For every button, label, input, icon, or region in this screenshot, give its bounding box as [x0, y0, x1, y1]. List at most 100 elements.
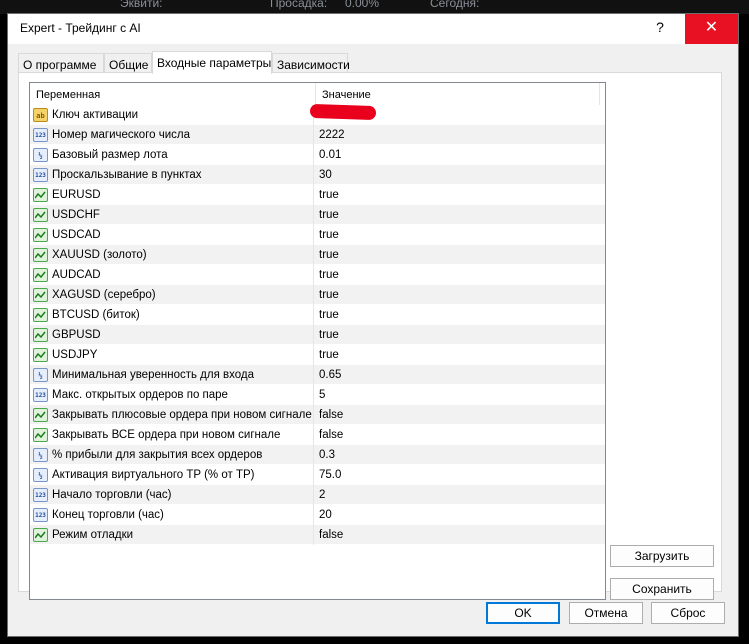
- parameter-value[interactable]: true: [316, 325, 603, 345]
- parameter-value[interactable]: 0.3: [316, 445, 603, 465]
- parameter-name: XAGUSD (серебро): [30, 285, 314, 305]
- parameter-value[interactable]: true: [316, 265, 603, 285]
- parameter-name: ab Ключ активации: [30, 105, 314, 125]
- parameter-value[interactable]: true: [316, 345, 603, 365]
- parameter-row[interactable]: GBPUSD true: [30, 325, 605, 345]
- tab-common[interactable]: Общие: [104, 53, 152, 73]
- parameter-name: Режим отладки: [30, 525, 314, 545]
- parameter-value[interactable]: true: [316, 245, 603, 265]
- parameter-name-text: Базовый размер лота: [52, 149, 168, 161]
- parameter-name-text: Номер магического числа: [52, 129, 191, 141]
- parameter-value[interactable]: 2: [316, 485, 603, 505]
- parameters-grid[interactable]: Переменная Значение ab Ключ активации 123 Н…: [29, 82, 606, 600]
- parameter-name-text: USDCHF: [52, 209, 100, 221]
- column-header-variable[interactable]: Переменная: [30, 83, 316, 105]
- parameter-row[interactable]: 123 Конец торговли (час) 20: [30, 505, 605, 525]
- parameter-name: ½ Минимальная уверенность для входа: [30, 365, 314, 385]
- parameter-value[interactable]: 20: [316, 505, 603, 525]
- integer-type-icon: 123: [33, 388, 48, 402]
- parameter-value[interactable]: false: [316, 405, 603, 425]
- parameter-name-text: Макс. открытых ордеров по паре: [52, 389, 228, 401]
- parameter-row[interactable]: XAUUSD (золото) true: [30, 245, 605, 265]
- inputs-panel: Переменная Значение ab Ключ активации 123 Н…: [18, 72, 722, 600]
- parameter-name-text: AUDCAD: [52, 269, 101, 281]
- integer-type-icon: 123: [33, 508, 48, 522]
- parameter-row[interactable]: USDJPY true: [30, 345, 605, 365]
- parameter-value[interactable]: true: [316, 285, 603, 305]
- parameter-row[interactable]: 123 Проскальзывание в пунктах 30: [30, 165, 605, 185]
- boolean-type-icon: [33, 308, 48, 322]
- load-button[interactable]: Загрузить: [610, 545, 714, 567]
- parameter-name: 123 Номер магического числа: [30, 125, 314, 145]
- parameter-row[interactable]: ½ Базовый размер лота 0.01: [30, 145, 605, 165]
- drawdown-label: Просадка:: [270, 0, 328, 10]
- parameter-row[interactable]: 123 Макс. открытых ордеров по паре 5: [30, 385, 605, 405]
- parameter-row[interactable]: XAGUSD (серебро) true: [30, 285, 605, 305]
- reset-button[interactable]: Сброс: [651, 602, 725, 624]
- parameter-row[interactable]: USDCHF true: [30, 205, 605, 225]
- parameter-name: ½ % прибыли для закрытия всех ордеров: [30, 445, 314, 465]
- parameter-value[interactable]: 75.0: [316, 465, 603, 485]
- parameter-row[interactable]: ½ % прибыли для закрытия всех ордеров 0.3: [30, 445, 605, 465]
- double-type-icon: ½: [33, 148, 48, 162]
- parameter-name-text: USDCAD: [52, 229, 101, 241]
- boolean-type-icon: [33, 408, 48, 422]
- parameter-value[interactable]: true: [316, 225, 603, 245]
- parameter-row[interactable]: Закрывать ВСЕ ордера при новом сигнале fa…: [30, 425, 605, 445]
- ok-button[interactable]: OK: [486, 602, 560, 624]
- parameter-row[interactable]: AUDCAD true: [30, 265, 605, 285]
- parameter-value[interactable]: true: [316, 185, 603, 205]
- parameter-name-text: Закрывать ВСЕ ордера при новом сигнале: [52, 429, 281, 441]
- parameter-name-text: Проскальзывание в пунктах: [52, 169, 202, 181]
- parameter-name-text: XAGUSD (серебро): [52, 289, 156, 301]
- parameter-row[interactable]: 123 Номер магического числа 2222: [30, 125, 605, 145]
- parameter-name-text: XAUUSD (золото): [52, 249, 147, 261]
- parameter-name: ½ Базовый размер лота: [30, 145, 314, 165]
- parameter-row[interactable]: ½ Активация виртуального TP (% от TP) 75.0: [30, 465, 605, 485]
- parameter-value[interactable]: false: [316, 525, 603, 545]
- parameter-value[interactable]: 0.01: [316, 145, 603, 165]
- save-button[interactable]: Сохранить: [610, 578, 714, 600]
- tab-about[interactable]: О программе: [18, 53, 104, 73]
- parameter-row[interactable]: ½ Минимальная уверенность для входа 0.65: [30, 365, 605, 385]
- today-label: Сегодня:: [430, 0, 480, 10]
- parameter-value[interactable]: true: [316, 305, 603, 325]
- column-header-value[interactable]: Значение: [316, 83, 600, 105]
- parameter-value[interactable]: 2222: [316, 125, 603, 145]
- parameter-name: EURUSD: [30, 185, 314, 205]
- parameter-value[interactable]: false: [316, 425, 603, 445]
- parameter-name-text: EURUSD: [52, 189, 101, 201]
- close-button[interactable]: ✕: [685, 14, 738, 44]
- parameter-row[interactable]: Режим отладки false: [30, 525, 605, 545]
- parameter-name-text: USDJPY: [52, 349, 98, 361]
- boolean-type-icon: [33, 528, 48, 542]
- tab-inputs[interactable]: Входные параметры: [152, 51, 272, 74]
- boolean-type-icon: [33, 188, 48, 202]
- parameter-row[interactable]: Закрывать плюсовые ордера при новом сигн…: [30, 405, 605, 425]
- parameter-value[interactable]: 5: [316, 385, 603, 405]
- window-title: Expert - Трейдинг с AI: [20, 21, 141, 35]
- parameter-name-text: Закрывать плюсовые ордера при новом сигн…: [52, 409, 312, 421]
- redaction-mark: [309, 103, 377, 121]
- grid-rows: ab Ключ активации 123 Номер магического чис…: [30, 105, 605, 545]
- parameter-name-text: GBPUSD: [52, 329, 101, 341]
- drawdown-value: 0.00%: [345, 0, 380, 10]
- parameter-value[interactable]: 0.65: [316, 365, 603, 385]
- parameter-row[interactable]: BTCUSD (биток) true: [30, 305, 605, 325]
- tab-dependencies[interactable]: Зависимости: [272, 53, 350, 73]
- boolean-type-icon: [33, 328, 48, 342]
- cancel-button[interactable]: Отмена: [569, 602, 643, 624]
- title-bar[interactable]: Expert - Трейдинг с AI ? ✕: [8, 14, 738, 44]
- parameter-value[interactable]: true: [316, 205, 603, 225]
- parameter-name-text: Начало торговли (час): [52, 489, 172, 501]
- boolean-type-icon: [33, 248, 48, 262]
- parameter-name: USDCHF: [30, 205, 314, 225]
- help-button[interactable]: ?: [640, 19, 680, 41]
- parameter-row[interactable]: USDCAD true: [30, 225, 605, 245]
- parameter-row[interactable]: 123 Начало торговли (час) 2: [30, 485, 605, 505]
- integer-type-icon: 123: [33, 488, 48, 502]
- boolean-type-icon: [33, 288, 48, 302]
- parameter-value[interactable]: 30: [316, 165, 603, 185]
- boolean-type-icon: [33, 428, 48, 442]
- parameter-row[interactable]: EURUSD true: [30, 185, 605, 205]
